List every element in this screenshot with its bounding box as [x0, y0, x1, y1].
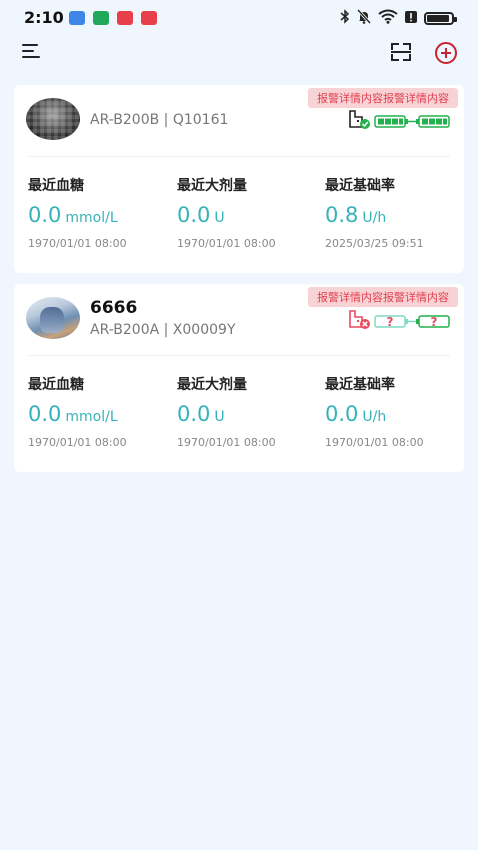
metric-unit: U/h [362, 409, 387, 425]
metric-basal-rate: 最近基础率 0.8 U/h 2025/03/25 09:51 [325, 175, 465, 250]
metric-unit: mmol/L [65, 409, 118, 425]
divider [28, 355, 450, 356]
device-status-icons: ? ? [348, 309, 452, 331]
metric-time: 2025/03/25 09:51 [325, 237, 424, 250]
metric-value: 0.0 [28, 203, 62, 227]
svg-text:?: ? [387, 315, 394, 329]
metric-value: 0.0 [325, 402, 359, 426]
wifi-icon [378, 9, 398, 28]
metric-label: 最近血糖 [28, 377, 84, 393]
status-bar: 2:10 [0, 0, 478, 36]
battery-level-fill [427, 15, 449, 22]
usb-icon [69, 11, 85, 25]
metric-value: 0.0 [177, 203, 211, 227]
sensor-battery-icon [416, 115, 450, 128]
metric-unit: U [214, 409, 225, 425]
metric-glucose: 最近血糖 0.0 mmol/L 1970/01/01 08:00 [28, 374, 168, 449]
metric-value: 0.8 [325, 203, 359, 227]
device-model-serial: AR-B200A | X00009Y [90, 322, 236, 338]
metric-label: 最近基础率 [325, 377, 395, 393]
metric-time: 1970/01/01 08:00 [28, 237, 127, 250]
pump-connected-icon [349, 110, 370, 129]
metric-bolus: 最近大剂量 0.0 U 1970/01/01 08:00 [177, 374, 317, 449]
menu-icon[interactable] [22, 44, 42, 60]
mute-icon [356, 8, 372, 28]
metric-label: 最近大剂量 [177, 377, 247, 393]
app-icon [117, 11, 133, 25]
metric-value: 0.0 [177, 402, 211, 426]
bluetooth-icon [340, 9, 350, 28]
metric-time: 1970/01/01 08:00 [325, 436, 424, 449]
pump-disconnected-icon [349, 310, 370, 329]
add-circle-icon[interactable] [435, 42, 457, 64]
sensor-battery-unknown-icon: ? [416, 315, 450, 329]
avatar [26, 297, 80, 339]
battery-icon [424, 12, 457, 25]
status-time: 2:10 [24, 8, 64, 27]
pump-battery-unknown-icon: ? [374, 315, 418, 329]
divider [28, 156, 450, 157]
metric-time: 1970/01/01 08:00 [28, 436, 127, 449]
metric-glucose: 最近血糖 0.0 mmol/L 1970/01/01 08:00 [28, 175, 168, 250]
android-icon [93, 11, 109, 25]
app-bar [0, 36, 478, 70]
metric-time: 1970/01/01 08:00 [177, 237, 276, 250]
metric-unit: U [214, 210, 225, 226]
device-model-serial: AR-B200B | Q10161 [90, 112, 229, 128]
metric-basal-rate: 最近基础率 0.0 U/h 1970/01/01 08:00 [325, 374, 465, 449]
metric-unit: U/h [362, 210, 387, 226]
metric-unit: mmol/L [65, 210, 118, 226]
pump-battery-icon [374, 115, 418, 128]
avatar [26, 98, 80, 140]
metric-time: 1970/01/01 08:00 [177, 436, 276, 449]
scan-icon[interactable] [391, 43, 411, 61]
metric-bolus: 最近大剂量 0.0 U 1970/01/01 08:00 [177, 175, 317, 250]
app-icon [141, 11, 157, 25]
device-status-icons [348, 109, 452, 131]
device-card[interactable]: 报警详情内容报警详情内容 6666 AR-B200A | X00009Y ? ? [14, 284, 464, 472]
metric-label: 最近大剂量 [177, 178, 247, 194]
patient-name: 6666 [90, 298, 138, 318]
alarm-badge[interactable]: 报警详情内容报警详情内容 [308, 287, 458, 307]
alarm-badge[interactable]: 报警详情内容报警详情内容 [308, 88, 458, 108]
metric-label: 最近血糖 [28, 178, 84, 194]
alert-icon [404, 10, 418, 28]
metric-value: 0.0 [28, 402, 62, 426]
device-card[interactable]: 报警详情内容报警详情内容 AR-B200B | Q10161 最近血糖 0.0 … [14, 85, 464, 273]
svg-text:?: ? [431, 315, 438, 329]
metric-label: 最近基础率 [325, 178, 395, 194]
